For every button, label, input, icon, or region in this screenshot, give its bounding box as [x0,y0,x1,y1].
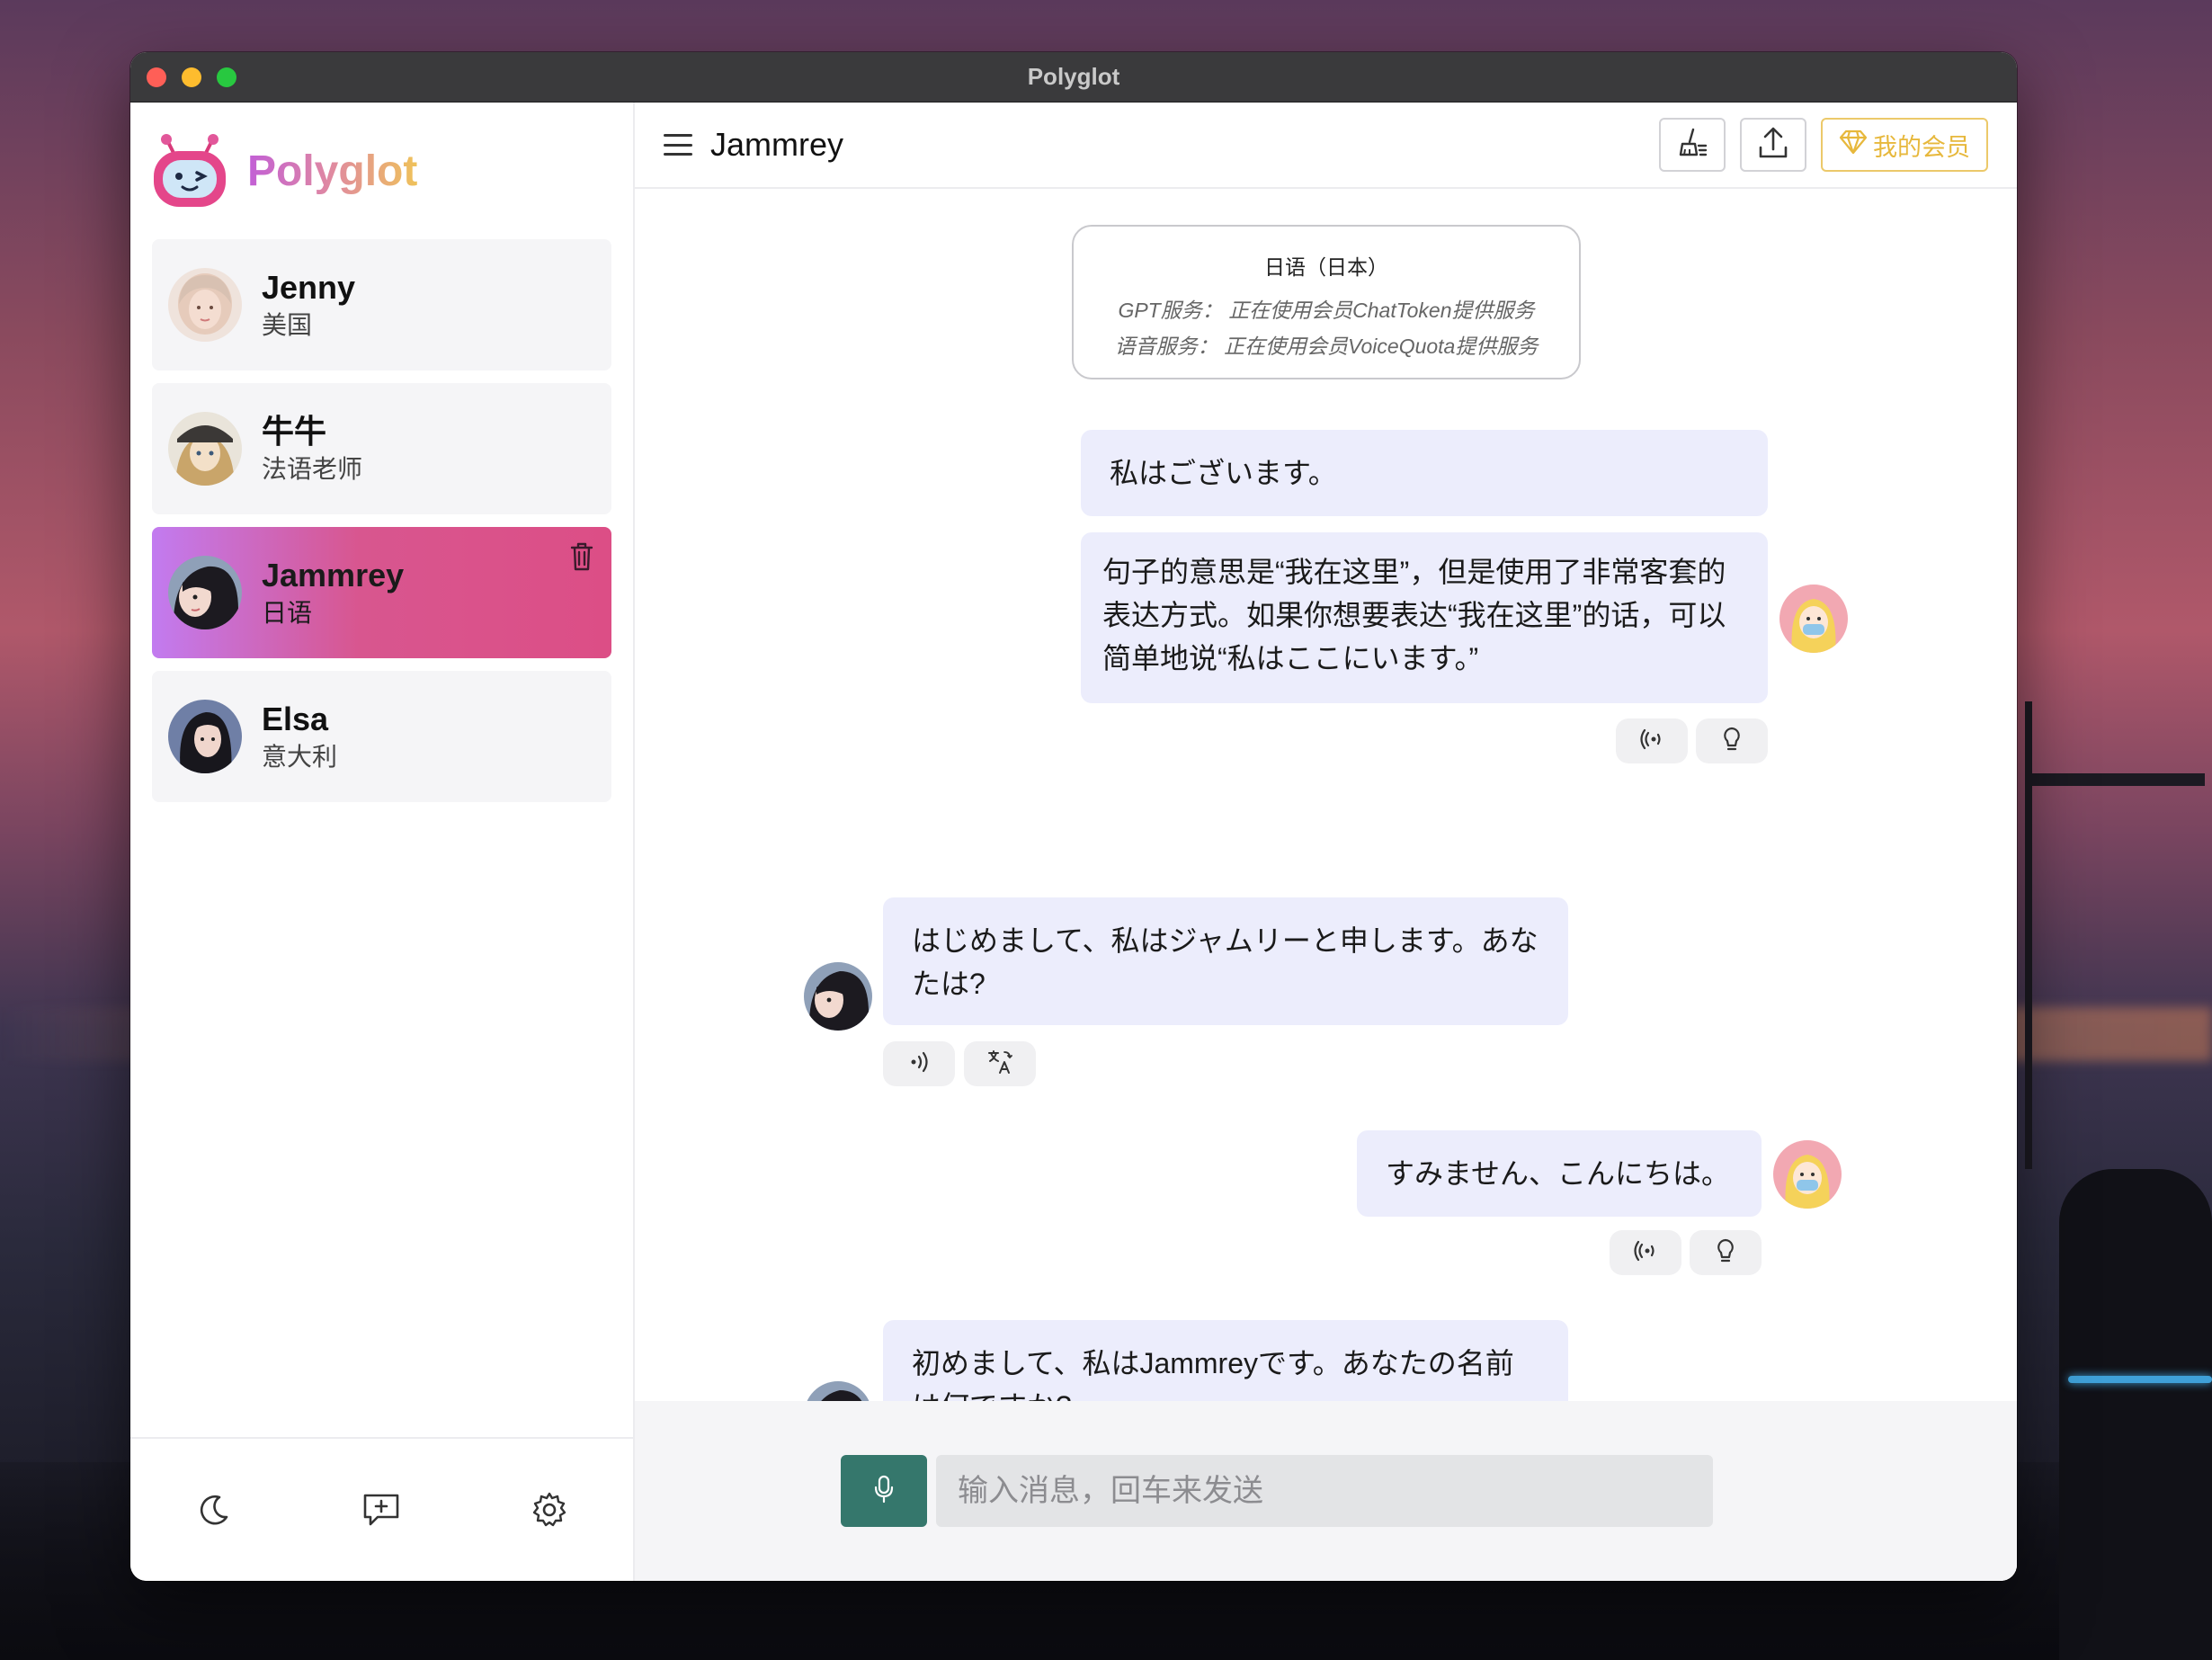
moon-icon[interactable] [191,1486,237,1533]
contact-name: Jenny [262,268,356,306]
gpt-service-status: GPT服务： 正在使用会员ChatToken提供服务 [1118,299,1535,322]
clear-chat-button[interactable] [1659,118,1726,172]
app-window: Polyglot Polyglot Jenny 美国 牛牛 法语老师 Jammr… [130,52,2017,1581]
bot-message[interactable]: はじめまして、私はジャムリーと申します。あなたは? [883,897,1568,1025]
chat-title: Jammrey [710,126,844,163]
user-message[interactable]: すみません、こんにちは。 [1357,1130,1762,1217]
message-text: 句子的意思是“我在这里”，但是使用了非常客套的表达方式。如果你想要表达“我在这里… [1102,556,1726,674]
contact-name: Jammrey [262,556,405,593]
lightbulb-icon [1715,1237,1736,1269]
user-message[interactable]: 句子的意思是“我在这里”，但是使用了非常客套的表达方式。如果你想要表达“我在这里… [1081,532,1768,703]
contact-name: 牛牛 [262,412,327,450]
voice-service-status: 语音服务： 正在使用会员VoiceQuota提供服务 [1114,335,1539,358]
sidebar: Polyglot Jenny 美国 牛牛 法语老师 Jammrey 日语 Els… [130,103,635,1581]
user-avatar [1773,1140,1842,1209]
session-info-card: 日语（日本） GPT服务： 正在使用会员ChatToken提供服务 语音服务： … [1072,225,1581,379]
sidebar-footer [130,1437,633,1581]
bot-avatar [804,962,872,1031]
message-text: すみません、こんにちは。 [1386,1157,1731,1190]
zoom-window-button[interactable] [217,67,236,87]
message-text: 私はございます。 [1110,457,1337,489]
message-input[interactable] [936,1455,1713,1527]
wallpaper-cat-collar [2068,1376,2212,1383]
broadcast-icon [1633,1238,1658,1268]
contact-item-jammrey[interactable]: Jammrey 日语 [152,527,611,658]
translate-icon [986,1049,1013,1080]
contact-list: Jenny 美国 牛牛 法语老师 Jammrey 日语 Elsa 意大利 [130,239,633,802]
session-language: 日语（日本） [1264,255,1388,279]
speak-button[interactable] [1616,718,1688,763]
contact-language: 美国 [262,310,313,339]
wallpaper-crane-arm [2025,773,2205,786]
brand-name: Polyglot [247,147,418,195]
contact-name: Elsa [262,700,329,737]
minimize-window-button[interactable] [182,67,201,87]
robot-logo-icon [148,129,231,212]
chat-header: Jammrey 我的会员 [635,103,2017,189]
hint-button[interactable] [1690,1230,1762,1275]
broom-icon [1675,126,1709,165]
speak-button[interactable] [1610,1230,1681,1275]
translate-button[interactable] [964,1041,1036,1086]
speaker-icon [906,1049,932,1079]
brand: Polyglot [130,103,633,239]
lightbulb-icon [1721,726,1743,757]
contact-item-niuniu[interactable]: 牛牛 法语老师 [152,383,611,514]
diamond-icon [1839,129,1868,161]
message-list: 日语（日本） GPT服务： 正在使用会员ChatToken提供服务 语音服务： … [635,189,2017,1448]
chat-panel: Jammrey 我的会员 日语（日本） GPT服务： 正在使用会员ChatTok… [635,103,2017,1581]
play-audio-button[interactable] [883,1041,955,1086]
contact-language: 意大利 [262,742,338,771]
avatar [168,556,242,629]
user-message[interactable]: 私はございます。 [1081,430,1768,516]
avatar [168,700,242,773]
trash-icon[interactable] [568,541,595,572]
window-controls [147,67,236,87]
avatar [168,268,242,342]
message-text: はじめまして、私はジャムリーと申します。あなたは? [912,924,1539,1000]
avatar [168,412,242,486]
user-avatar [1779,585,1848,653]
wallpaper-crane [2025,701,2032,1169]
contact-item-jenny[interactable]: Jenny 美国 [152,239,611,370]
broadcast-icon [1639,727,1664,756]
contact-language: 法语老师 [262,454,363,483]
title-bar[interactable]: Polyglot [130,52,2017,103]
upload-icon [1757,126,1789,165]
composer [635,1401,2017,1581]
membership-label: 我的会员 [1873,133,1970,161]
gear-icon[interactable] [526,1486,573,1533]
hint-button[interactable] [1696,718,1768,763]
wallpaper-cat-silhouette [2059,1169,2212,1660]
window-title: Polyglot [1027,63,1120,90]
new-chat-icon[interactable] [358,1486,405,1533]
membership-button[interactable]: 我的会员 [1821,118,1988,172]
export-button[interactable] [1740,118,1806,172]
microphone-icon [873,1475,895,1508]
hamburger-menu-icon[interactable] [664,134,692,156]
close-window-button[interactable] [147,67,166,87]
contact-language: 日语 [262,598,313,627]
voice-input-button[interactable] [841,1455,927,1527]
contact-item-elsa[interactable]: Elsa 意大利 [152,671,611,802]
